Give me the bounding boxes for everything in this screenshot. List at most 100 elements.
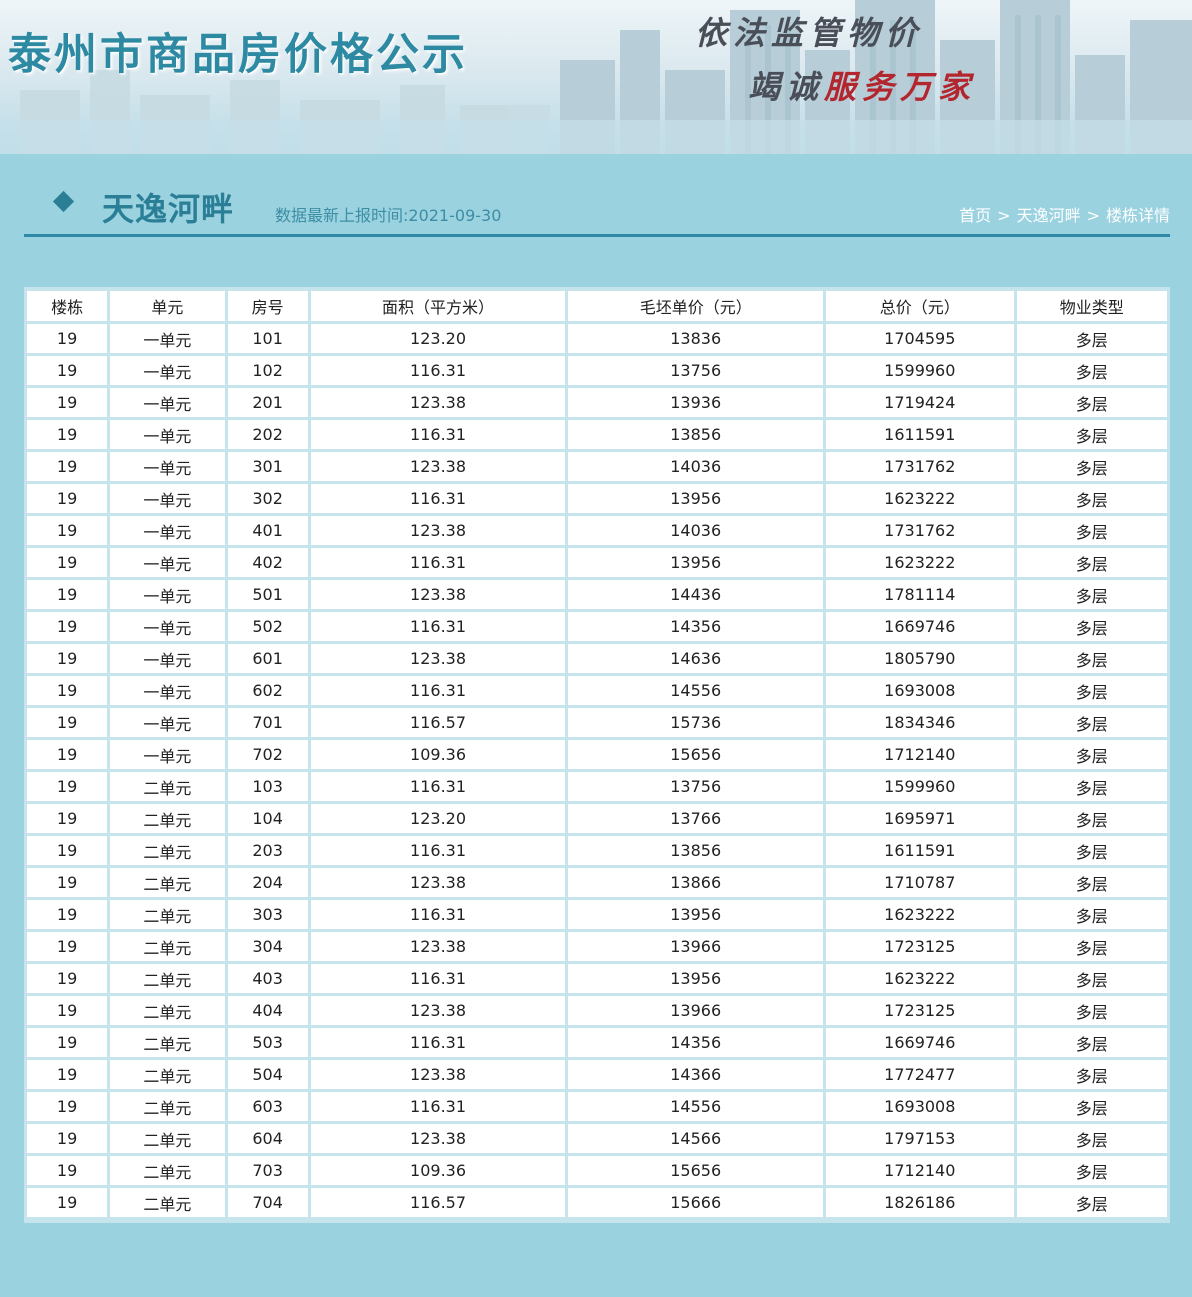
column-area-cell: 116.31 — [310, 900, 566, 929]
column-building-cell: 19 — [27, 708, 108, 737]
column-room-cell: 501 — [227, 580, 308, 609]
breadcrumb-home-link[interactable]: 首页 — [959, 206, 991, 225]
column-building-cell: 19 — [27, 612, 108, 641]
column-unit-price-cell: 13956 — [568, 548, 824, 577]
column-building-cell: 19 — [27, 452, 108, 481]
column-unit-price-cell: 14356 — [568, 612, 824, 641]
table-row: 19 二单元 504 123.38 14366 1772477 多层 — [27, 1060, 1167, 1089]
column-unit-price-cell: 13766 — [568, 804, 824, 833]
column-building-cell: 19 — [27, 356, 108, 385]
column-room-cell: 101 — [227, 324, 308, 353]
table-row: 19 一单元 702 109.36 15656 1712140 多层 — [27, 740, 1167, 769]
column-area-cell: 123.38 — [310, 516, 566, 545]
breadcrumb-project-link[interactable]: 天逸河畔 — [1017, 206, 1081, 225]
column-building-cell: 19 — [27, 772, 108, 801]
column-total-price-cell: 1611591 — [826, 420, 1014, 449]
column-total-price-cell: 1731762 — [826, 452, 1014, 481]
column-total-price-cell: 1623222 — [826, 900, 1014, 929]
column-room-cell: 503 — [227, 1028, 308, 1057]
column-room-cell: 502 — [227, 612, 308, 641]
column-unit-price-cell: 14436 — [568, 580, 824, 609]
price-table: 楼栋 单元 房号 面积（平方米） 毛坯单价（元） 总价（元） 物业类型 19 一单元 101 12… — [24, 288, 1170, 1220]
column-building-cell: 19 — [27, 516, 108, 545]
column-unit-price-cell: 14556 — [568, 1092, 824, 1121]
column-room-cell: 202 — [227, 420, 308, 449]
column-area-cell: 123.38 — [310, 1124, 566, 1153]
project-name: 天逸河畔 — [102, 190, 235, 228]
column-total-price-cell: 1712140 — [826, 1156, 1014, 1185]
column-unit-cell: 一单元 — [110, 452, 225, 481]
column-total-price-cell: 1623222 — [826, 548, 1014, 577]
column-unit-cell: 二单元 — [110, 932, 225, 961]
column-building-cell: 19 — [27, 1028, 108, 1057]
column-room-cell: 401 — [227, 516, 308, 545]
column-property-type-cell: 多层 — [1016, 580, 1167, 609]
column-building-cell: 19 — [27, 1188, 108, 1217]
column-unit-price-cell: 15666 — [568, 1188, 824, 1217]
column-unit-cell: 二单元 — [110, 964, 225, 993]
column-total-price-cell: 1719424 — [826, 388, 1014, 417]
table-header-row: 楼栋 单元 房号 面积（平方米） 毛坯单价（元） 总价（元） 物业类型 — [27, 291, 1167, 321]
column-unit-price-header: 毛坯单价（元） — [568, 291, 824, 321]
column-area-cell: 123.38 — [310, 1060, 566, 1089]
column-total-price-cell: 1669746 — [826, 1028, 1014, 1057]
column-area-cell: 123.38 — [310, 932, 566, 961]
column-property-type-cell: 多层 — [1016, 356, 1167, 385]
diamond-bullet-icon — [52, 190, 75, 213]
column-room-cell: 602 — [227, 676, 308, 705]
column-area-cell: 116.31 — [310, 772, 566, 801]
column-area-header: 面积（平方米） — [310, 291, 566, 321]
column-area-cell: 116.31 — [310, 356, 566, 385]
column-unit-cell: 一单元 — [110, 580, 225, 609]
column-unit-price-cell: 14366 — [568, 1060, 824, 1089]
table-row: 19 二单元 404 123.38 13966 1723125 多层 — [27, 996, 1167, 1025]
column-unit-cell: 二单元 — [110, 996, 225, 1025]
column-property-type-cell: 多层 — [1016, 484, 1167, 513]
column-property-type-cell: 多层 — [1016, 804, 1167, 833]
column-unit-cell: 一单元 — [110, 356, 225, 385]
column-property-type-cell: 多层 — [1016, 900, 1167, 929]
column-unit-price-cell: 15656 — [568, 740, 824, 769]
column-room-header: 房号 — [227, 291, 308, 321]
column-property-type-cell: 多层 — [1016, 1092, 1167, 1121]
column-property-type-cell: 多层 — [1016, 420, 1167, 449]
table-row: 19 一单元 202 116.31 13856 1611591 多层 — [27, 420, 1167, 449]
column-room-cell: 301 — [227, 452, 308, 481]
column-area-cell: 116.31 — [310, 612, 566, 641]
column-total-price-cell: 1693008 — [826, 676, 1014, 705]
slogan-line-2: 竭诚服务万家 — [748, 68, 977, 106]
column-total-price-cell: 1772477 — [826, 1060, 1014, 1089]
column-building-cell: 19 — [27, 1092, 108, 1121]
column-building-cell: 19 — [27, 420, 108, 449]
column-property-type-cell: 多层 — [1016, 324, 1167, 353]
column-property-type-header: 物业类型 — [1016, 291, 1167, 321]
column-total-price-cell: 1731762 — [826, 516, 1014, 545]
column-property-type-cell: 多层 — [1016, 708, 1167, 737]
column-unit-price-cell: 14356 — [568, 1028, 824, 1057]
column-building-cell: 19 — [27, 836, 108, 865]
column-area-cell: 123.38 — [310, 388, 566, 417]
column-area-cell: 109.36 — [310, 740, 566, 769]
column-unit-price-cell: 14556 — [568, 676, 824, 705]
column-property-type-cell: 多层 — [1016, 868, 1167, 897]
column-total-price-cell: 1669746 — [826, 612, 1014, 641]
column-room-cell: 402 — [227, 548, 308, 577]
column-unit-cell: 二单元 — [110, 900, 225, 929]
breadcrumb-separator: > — [997, 206, 1011, 225]
column-unit-cell: 一单元 — [110, 708, 225, 737]
column-unit-price-cell: 13866 — [568, 868, 824, 897]
project-heading: 天逸河畔 数据最新上报时间:2021-09-30 首页 > 天逸河畔 > 楼栋详情 — [24, 182, 1170, 237]
column-property-type-cell: 多层 — [1016, 644, 1167, 673]
column-unit-cell: 一单元 — [110, 516, 225, 545]
column-total-price-cell: 1781114 — [826, 580, 1014, 609]
column-area-cell: 116.31 — [310, 836, 566, 865]
column-unit-price-cell: 13756 — [568, 356, 824, 385]
column-property-type-cell: 多层 — [1016, 964, 1167, 993]
column-unit-cell: 二单元 — [110, 1124, 225, 1153]
column-property-type-cell: 多层 — [1016, 676, 1167, 705]
column-room-cell: 601 — [227, 644, 308, 673]
table-row: 19 一单元 602 116.31 14556 1693008 多层 — [27, 676, 1167, 705]
column-room-cell: 504 — [227, 1060, 308, 1089]
column-total-price-cell: 1704595 — [826, 324, 1014, 353]
column-area-cell: 116.31 — [310, 964, 566, 993]
